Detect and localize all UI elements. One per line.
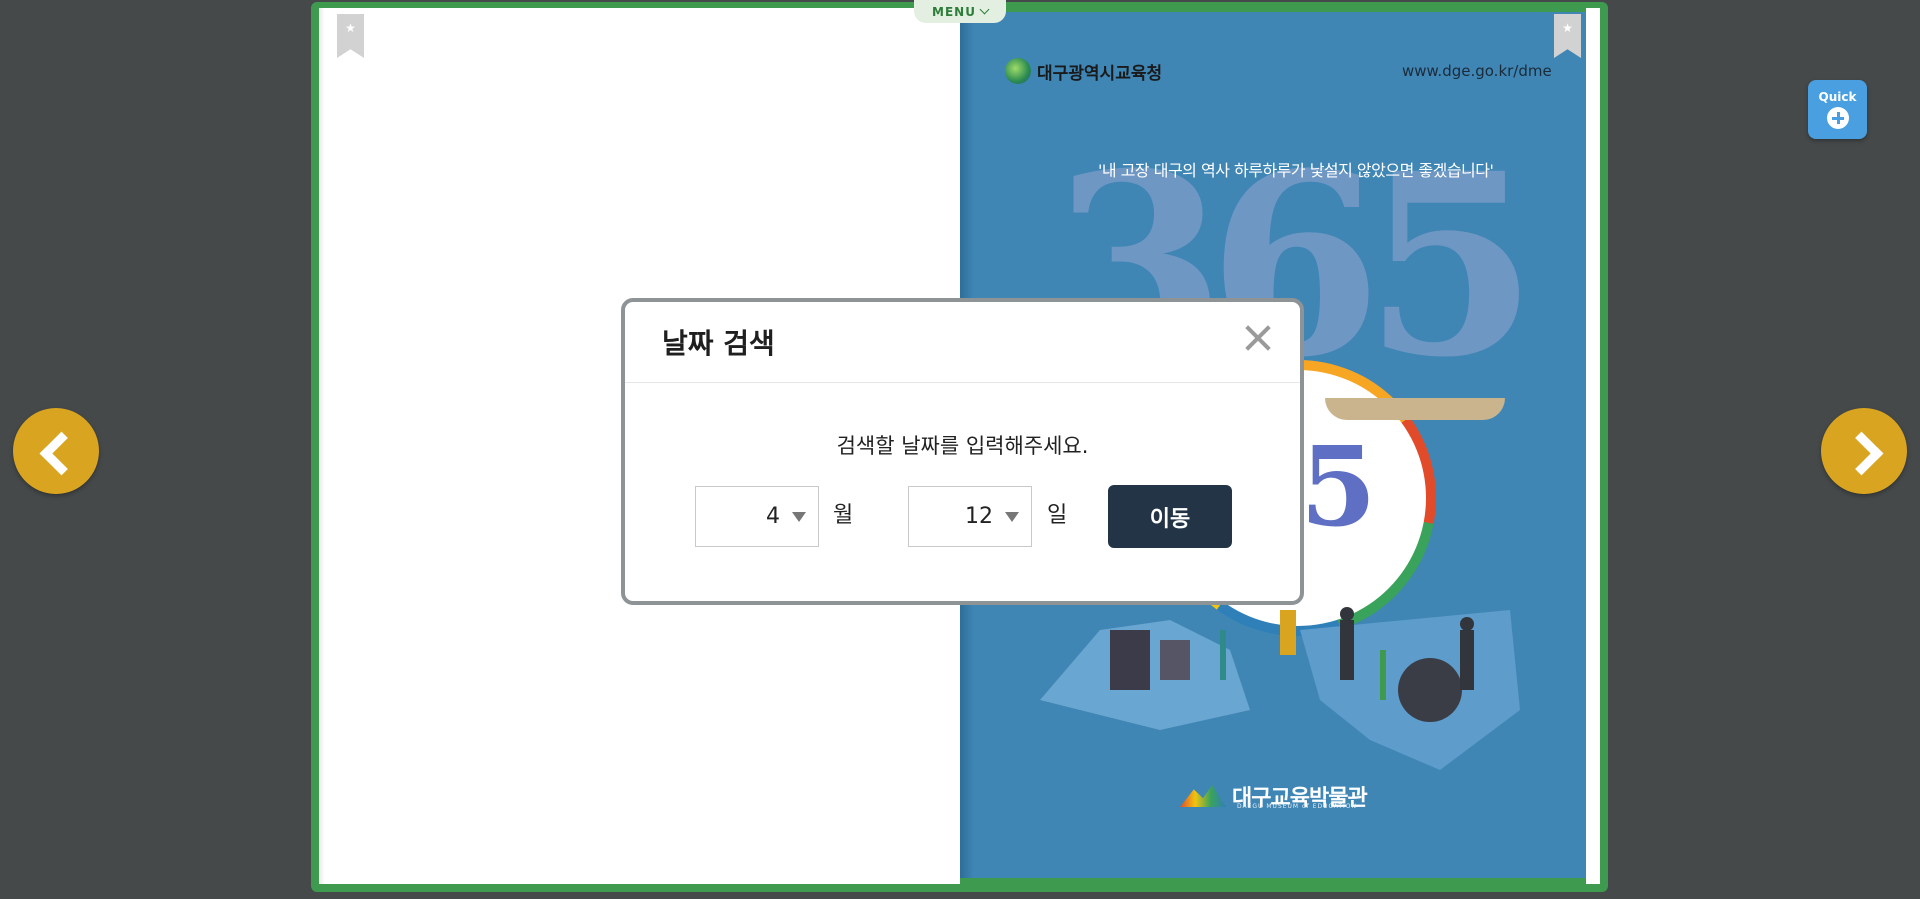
dialog-message: 검색할 날짜를 입력해주세요. — [836, 434, 1089, 458]
month-select[interactable]: 4 — [695, 486, 819, 547]
right-page-edge — [1586, 8, 1600, 884]
date-search-dialog: 날짜 검색 검색할 날짜를 입력해주세요. 4 월 12 일 이동 — [621, 298, 1304, 605]
day-value: 12 — [965, 504, 993, 529]
left-page-edge — [319, 8, 325, 884]
go-button[interactable]: 이동 — [1108, 485, 1232, 548]
previous-page-button[interactable] — [13, 408, 99, 494]
cover-tagline: '내 고장 대구의 역사 하루하루가 낯설지 않았으면 좋겠습니다' — [1098, 161, 1494, 180]
org-logo: 대구광역시교육청 — [1005, 58, 1162, 84]
month-unit-label: 월 — [833, 503, 854, 528]
dialog-header: 날짜 검색 — [625, 302, 1300, 383]
chevron-right-icon — [1839, 431, 1884, 476]
cover-illustration — [1040, 607, 1520, 770]
cover-boat-illustration — [1325, 398, 1505, 420]
close-icon[interactable] — [1238, 318, 1278, 358]
quick-label: Quick — [1818, 90, 1857, 104]
day-unit-label: 일 — [1047, 503, 1068, 528]
menu-label: MENU — [932, 4, 976, 19]
chevron-left-icon — [39, 431, 84, 476]
org-name: 대구광역시교육청 — [1037, 63, 1163, 84]
quick-button[interactable]: Quick — [1808, 80, 1867, 139]
globe-icon — [1005, 58, 1031, 84]
dropdown-arrow-icon — [792, 511, 806, 522]
day-select[interactable]: 12 — [908, 486, 1032, 547]
museum-english-name: DAEGU MUSEUM of EDUCATION — [1237, 803, 1357, 810]
dropdown-arrow-icon — [1005, 511, 1019, 522]
menu-button[interactable]: MENU — [914, 0, 1006, 23]
cover-number-fragment: 5 — [1300, 422, 1377, 551]
museum-mark-icon — [1180, 785, 1226, 807]
next-page-button[interactable] — [1821, 408, 1907, 494]
chevron-down-icon — [979, 4, 990, 15]
month-value: 4 — [766, 504, 780, 529]
cover-url: www.dge.go.kr/dme — [1402, 62, 1552, 80]
dialog-title: 날짜 검색 — [662, 327, 775, 360]
plus-icon — [1826, 107, 1849, 129]
